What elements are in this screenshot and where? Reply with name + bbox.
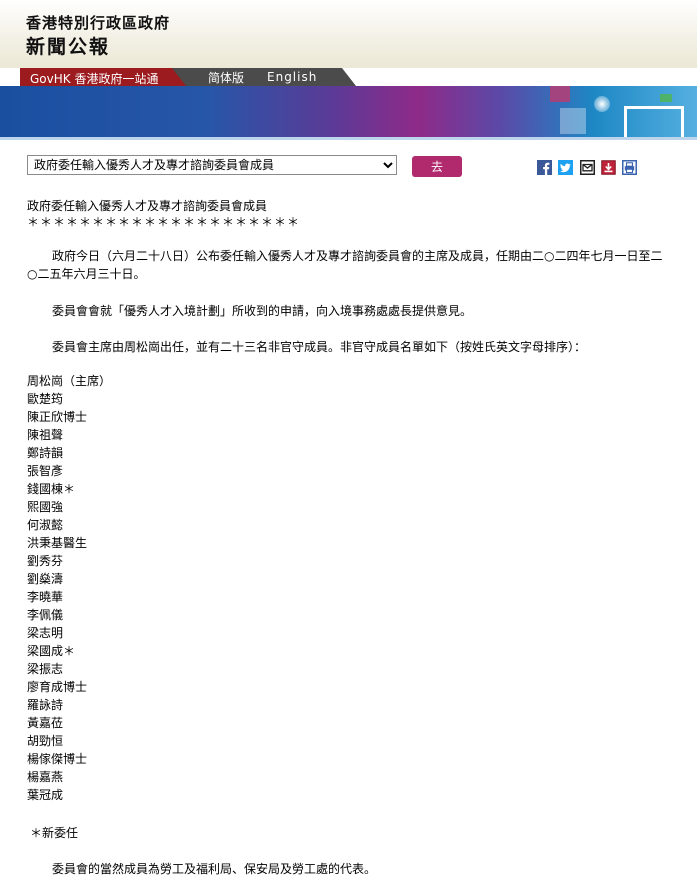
email-icon[interactable] (580, 160, 595, 175)
simplified-chinese-link[interactable]: 简体版 (208, 69, 244, 86)
banner-decoration (550, 86, 570, 102)
header-banner (0, 86, 697, 138)
facebook-icon[interactable] (537, 160, 552, 175)
member-name: 楊傢傑博士 (27, 752, 88, 766)
article-paragraph: 委員會主席由周松崗出任，並有二十三名非官守成員。非官守成員名單如下（按姓氏英文字… (52, 340, 587, 354)
banner-sparkle (594, 96, 610, 112)
press-releases-title: 新聞公報 (26, 36, 111, 58)
member-name: 劉秀芬 (27, 554, 64, 568)
member-name: 歐楚筠 (27, 392, 64, 406)
member-name: 周松崗（主席） (27, 374, 112, 388)
member-name: 熙國強 (27, 500, 64, 514)
article-paragraph: 政府今日（六月二十八日）公布委任輸入優秀人才及專才諮詢委員會的主席及成員，任期由… (27, 249, 663, 281)
header: 香港特別行政區政府 新聞公報 (0, 0, 697, 68)
article-title: 政府委任輸入優秀人才及專才諮詢委員會成員 (27, 199, 268, 213)
member-name: 何淑懿 (27, 518, 64, 532)
member-name: 梁國成＊ (27, 644, 76, 658)
member-name: 洪秉基醫生 (27, 536, 88, 550)
govhk-link[interactable]: GovHK 香港政府一站通 (20, 68, 192, 86)
member-name: 胡勁恒 (27, 734, 64, 748)
language-switcher: 简体版 English (172, 68, 356, 86)
member-name: 李曉華 (27, 590, 64, 604)
member-name: 楊嘉燕 (27, 770, 64, 784)
title-separator: ＊＊＊＊＊＊＊＊＊＊＊＊＊＊＊＊＊＊＊＊＊ (27, 215, 301, 229)
press-release-select[interactable]: 政府委任輸入優秀人才及專才諮詢委員會成員 (27, 155, 397, 175)
nav-bar: GovHK 香港政府一站通 简体版 English (0, 68, 697, 86)
member-name: 黃嘉莅 (27, 716, 64, 730)
member-name: 羅詠詩 (27, 698, 64, 712)
print-icon[interactable] (622, 160, 637, 175)
article-paragraph: 委員會的當然成員為勞工及福利局、保安局及勞工處的代表。 (52, 862, 377, 876)
save-icon[interactable] (601, 160, 616, 175)
article-paragraph: 委員會會就「優秀人才入境計劃」所收到的申請，向入境事務處處長提供意見。 (52, 304, 473, 318)
member-name: 梁志明 (27, 626, 64, 640)
member-list: 周松崗（主席） 歐楚筠 陳正欣博士 陳祖聲 鄭詩韻 張智彥 錢國棟＊ 熙國強 何… (27, 372, 111, 804)
member-name: 廖育成博士 (27, 680, 88, 694)
member-name: 張智彥 (27, 464, 64, 478)
member-name: 葉冠成 (27, 788, 64, 802)
member-name: 劉燊濤 (27, 572, 64, 586)
member-name: 錢國棟＊ (27, 482, 76, 496)
new-member-footnote: ＊新委任 (30, 826, 79, 840)
banner-decoration (560, 108, 586, 134)
govhk-link-label: GovHK 香港政府一站通 (30, 72, 159, 86)
member-name: 鄭詩韻 (27, 446, 64, 460)
member-name: 李佩儀 (27, 608, 64, 622)
member-name: 陳祖聲 (27, 428, 64, 442)
gov-name: 香港特別行政區政府 (26, 14, 171, 32)
banner-divider (0, 137, 697, 140)
twitter-icon[interactable] (558, 160, 573, 175)
member-name: 梁振志 (27, 662, 64, 676)
member-name: 陳正欣博士 (27, 410, 88, 424)
english-link[interactable]: English (267, 70, 317, 84)
go-button[interactable]: 去 (412, 156, 462, 177)
banner-decoration (624, 106, 684, 138)
banner-decoration (660, 94, 672, 102)
